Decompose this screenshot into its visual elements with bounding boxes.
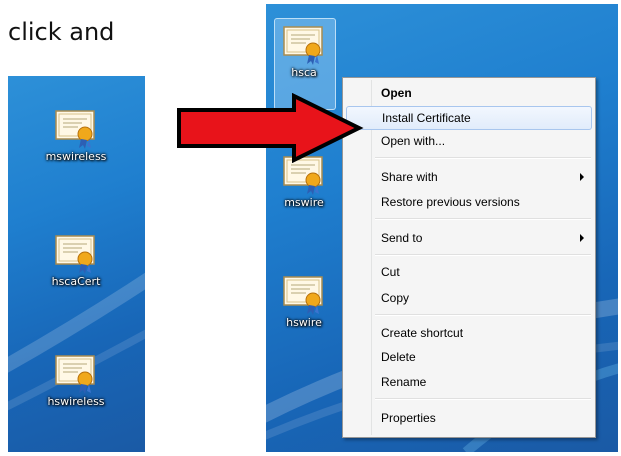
icon-label: hscaCert: [51, 275, 101, 288]
menu-item-label: Delete: [381, 350, 416, 364]
menu-item-restore-previous-versions[interactable]: Restore previous versions: [346, 191, 592, 213]
certificate-icon: [283, 26, 323, 65]
context-menu: Open Install Certificate Open with... Sh…: [342, 77, 596, 438]
menu-item-label: Share with: [381, 170, 438, 184]
icon-label: mswireless: [45, 150, 107, 163]
icon-label: mswire: [284, 196, 324, 209]
menu-item-rename[interactable]: Rename: [346, 371, 592, 393]
certificate-icon: [55, 355, 95, 394]
menu-item-open-with[interactable]: Open with...: [346, 130, 592, 152]
menu-item-copy[interactable]: Copy: [346, 287, 592, 309]
submenu-arrow-icon: [580, 173, 584, 181]
menu-separator: [375, 157, 591, 159]
menu-separator: [375, 398, 591, 400]
menu-item-label: Create shortcut: [381, 326, 464, 340]
menu-item-label: Open with...: [381, 134, 446, 148]
icon-label: hswire: [286, 316, 322, 329]
menu-item-label: Install Certificate: [382, 111, 471, 125]
menu-item-create-shortcut[interactable]: Create shortcut: [346, 322, 592, 344]
menu-item-label: Restore previous versions: [381, 195, 520, 209]
menu-item-label: Open: [381, 86, 412, 100]
menu-item-send-to[interactable]: Send to: [346, 227, 592, 249]
desktop-icon-hswireless[interactable]: hswireless: [33, 351, 119, 408]
menu-item-properties[interactable]: Properties: [346, 407, 592, 429]
submenu-arrow-icon: [580, 234, 584, 242]
menu-item-label: Rename: [381, 375, 427, 389]
menu-item-label: Send to: [381, 231, 423, 245]
menu-item-label: Cut: [381, 265, 400, 279]
menu-item-install-certificate[interactable]: Install Certificate: [346, 106, 592, 130]
certificate-icon: [283, 276, 323, 315]
certificate-icon: [55, 235, 95, 274]
menu-item-cut[interactable]: Cut: [346, 261, 592, 283]
desktop-icon-hscacert[interactable]: hscaCert: [33, 231, 119, 288]
menu-separator: [375, 254, 591, 256]
menu-separator: [375, 314, 591, 316]
menu-item-label: Properties: [381, 411, 436, 425]
red-arrow-icon: [177, 93, 364, 163]
caption-text: click and: [8, 18, 115, 46]
menu-item-delete[interactable]: Delete: [346, 346, 592, 368]
menu-item-label: Copy: [381, 291, 410, 305]
certificate-icon: [55, 110, 95, 149]
icon-label: hsca: [291, 66, 317, 79]
desktop-icon-hswire[interactable]: hswire: [266, 272, 347, 329]
icon-label: hswireless: [47, 395, 105, 408]
desktop-icon-hsca-selected[interactable]: hsca: [266, 18, 347, 110]
desktop-left: mswireless hscaCert hswireless: [8, 76, 145, 452]
menu-item-open[interactable]: Open: [346, 82, 592, 104]
menu-separator: [375, 218, 591, 220]
desktop-icon-mswireless[interactable]: mswireless: [33, 106, 119, 163]
menu-item-share-with[interactable]: Share with: [346, 166, 592, 188]
